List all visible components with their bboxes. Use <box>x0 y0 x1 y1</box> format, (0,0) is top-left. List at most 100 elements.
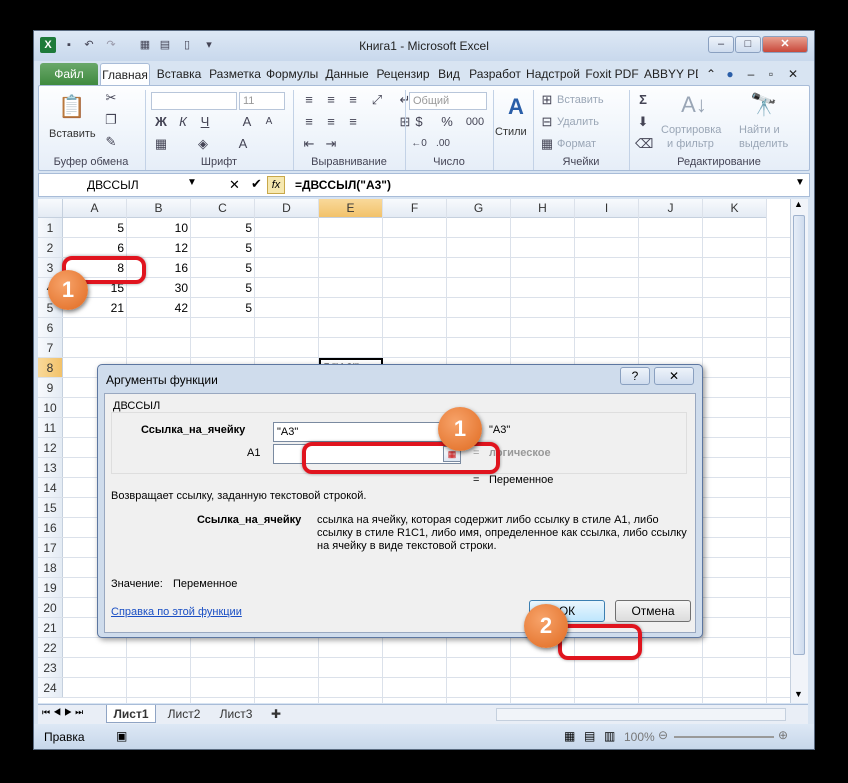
align-center-icon[interactable]: ≡ <box>323 114 339 130</box>
row-header-20[interactable]: 20 <box>38 598 63 618</box>
shrink-font-icon[interactable]: A <box>261 114 277 130</box>
cell-b2[interactable]: 12 <box>127 238 191 258</box>
format-cells-icon[interactable]: ▦ <box>539 136 555 152</box>
row-header-14[interactable]: 14 <box>38 478 63 498</box>
cell-c1[interactable]: 5 <box>191 218 255 238</box>
name-box[interactable]: ДВССЫЛ <box>43 176 199 194</box>
column-header-b[interactable]: B <box>127 199 191 218</box>
tab-view[interactable]: Вид <box>434 63 464 85</box>
sort-filter-label-1[interactable]: Сортировка <box>661 124 721 136</box>
column-header-g[interactable]: G <box>447 199 511 218</box>
cut-icon[interactable]: ✂ <box>103 90 119 106</box>
align-left-icon[interactable]: ≡ <box>301 114 317 130</box>
format-painter-icon[interactable]: ✎ <box>103 134 119 150</box>
sheet-nav-icons[interactable]: ⏮◀▶⏭ <box>42 707 86 718</box>
increase-decimal-icon[interactable]: ←0 <box>411 136 427 152</box>
doc-close-icon[interactable]: ✕ <box>786 63 800 85</box>
tab-page-layout[interactable]: Разметка <box>208 63 262 85</box>
row-header-23[interactable]: 23 <box>38 658 63 678</box>
dialog-close-button[interactable]: ✕ <box>654 367 694 385</box>
row-header-22[interactable]: 22 <box>38 638 63 658</box>
scroll-thumb[interactable] <box>793 215 805 655</box>
decrease-decimal-icon[interactable]: .00 <box>435 136 451 152</box>
copy-icon[interactable]: ❐ <box>103 112 119 128</box>
row-header-2[interactable]: 2 <box>38 238 63 258</box>
doc-minimize-icon[interactable]: – <box>744 63 758 85</box>
row-header-7[interactable]: 7 <box>38 338 63 358</box>
tab-data[interactable]: Данные <box>322 63 372 85</box>
select-all-corner[interactable] <box>38 199 63 218</box>
column-header-a[interactable]: A <box>63 199 127 218</box>
horizontal-scrollbar[interactable] <box>496 708 786 721</box>
cell-b1[interactable]: 10 <box>127 218 191 238</box>
help-icon[interactable]: ● <box>722 63 738 85</box>
font-color-icon[interactable]: A <box>235 136 251 152</box>
page-break-view-icon[interactable]: ▥ <box>604 729 615 743</box>
paste-button-label[interactable]: Вставить <box>49 128 96 140</box>
currency-icon[interactable]: $ <box>411 114 427 130</box>
row-header-19[interactable]: 19 <box>38 578 63 598</box>
styles-button-label[interactable]: Стили <box>495 126 527 138</box>
maximize-button[interactable]: □ <box>735 36 761 53</box>
close-button[interactable]: ✕ <box>762 36 808 53</box>
tab-foxit[interactable]: Foxit PDF <box>584 63 640 85</box>
font-size-box[interactable]: 11 <box>239 92 285 110</box>
row-header-9[interactable]: 9 <box>38 378 63 398</box>
insert-cells-label[interactable]: Вставить <box>557 94 604 106</box>
format-cells-label[interactable]: Формат <box>557 138 596 150</box>
cell-c2[interactable]: 5 <box>191 238 255 258</box>
tab-formulas[interactable]: Формулы <box>266 63 318 85</box>
insert-cells-icon[interactable]: ⊞ <box>539 92 555 108</box>
minimize-ribbon-icon[interactable]: ⌃ <box>704 63 718 85</box>
dialog-help-button[interactable]: ? <box>620 367 650 385</box>
align-bottom-icon[interactable]: ≡ <box>345 92 361 108</box>
column-header-h[interactable]: H <box>511 199 575 218</box>
sort-filter-label-2[interactable]: и фильтр <box>667 138 714 150</box>
formula-input[interactable]: =ДВССЫЛ("A3") <box>295 176 391 194</box>
column-header-d[interactable]: D <box>255 199 319 218</box>
insert-function-icon[interactable]: fx <box>267 176 285 194</box>
enter-formula-icon[interactable]: ✔ <box>251 176 262 192</box>
align-middle-icon[interactable]: ≡ <box>323 92 339 108</box>
zoom-in-icon[interactable]: ⊕ <box>778 728 788 742</box>
row-header-12[interactable]: 12 <box>38 438 63 458</box>
page-layout-view-icon[interactable]: ▤ <box>584 729 595 743</box>
row-header-10[interactable]: 10 <box>38 398 63 418</box>
row-header-18[interactable]: 18 <box>38 558 63 578</box>
row-header-13[interactable]: 13 <box>38 458 63 478</box>
help-link[interactable]: Справка по этой функции <box>111 606 242 618</box>
row-header-1[interactable]: 1 <box>38 218 63 238</box>
column-header-e[interactable]: E <box>319 199 383 218</box>
orientation-icon[interactable]: ⤢ <box>369 92 385 108</box>
sort-filter-icon[interactable]: A↓ <box>679 90 709 120</box>
row-header-21[interactable]: 21 <box>38 618 63 638</box>
cell-b5[interactable]: 42 <box>127 298 191 318</box>
column-header-k[interactable]: K <box>703 199 767 218</box>
percent-icon[interactable]: % <box>439 114 455 130</box>
delete-cells-label[interactable]: Удалить <box>557 116 599 128</box>
clear-icon[interactable]: ⌫ <box>635 136 653 152</box>
column-header-f[interactable]: F <box>383 199 447 218</box>
italic-icon[interactable]: К <box>175 114 191 130</box>
macro-record-icon[interactable]: ▣ <box>116 729 127 743</box>
cancel-button[interactable]: Отмена <box>615 600 691 622</box>
number-format-box[interactable]: Общий <box>409 92 487 110</box>
find-select-label-1[interactable]: Найти и <box>739 124 780 136</box>
autosum-icon[interactable]: Σ <box>635 92 651 108</box>
name-box-dropdown-icon[interactable]: ▼ <box>187 177 197 188</box>
cell-c4[interactable]: 5 <box>191 278 255 298</box>
tab-review[interactable]: Рецензир <box>376 63 430 85</box>
zoom-slider[interactable] <box>674 736 774 738</box>
fill-color-icon[interactable]: ◈ <box>195 136 211 152</box>
align-right-icon[interactable]: ≡ <box>345 114 361 130</box>
row-header-11[interactable]: 11 <box>38 418 63 438</box>
column-header-i[interactable]: I <box>575 199 639 218</box>
tab-addins[interactable]: Надстрой <box>526 63 580 85</box>
normal-view-icon[interactable]: ▦ <box>564 729 575 743</box>
sheet-tab-3[interactable]: Лист3 <box>212 705 260 723</box>
row-header-8[interactable]: 8 <box>38 358 63 378</box>
row-header-24[interactable]: 24 <box>38 678 63 698</box>
align-top-icon[interactable]: ≡ <box>301 92 317 108</box>
font-name-box[interactable] <box>151 92 237 110</box>
underline-icon[interactable]: Ч <box>197 114 213 130</box>
